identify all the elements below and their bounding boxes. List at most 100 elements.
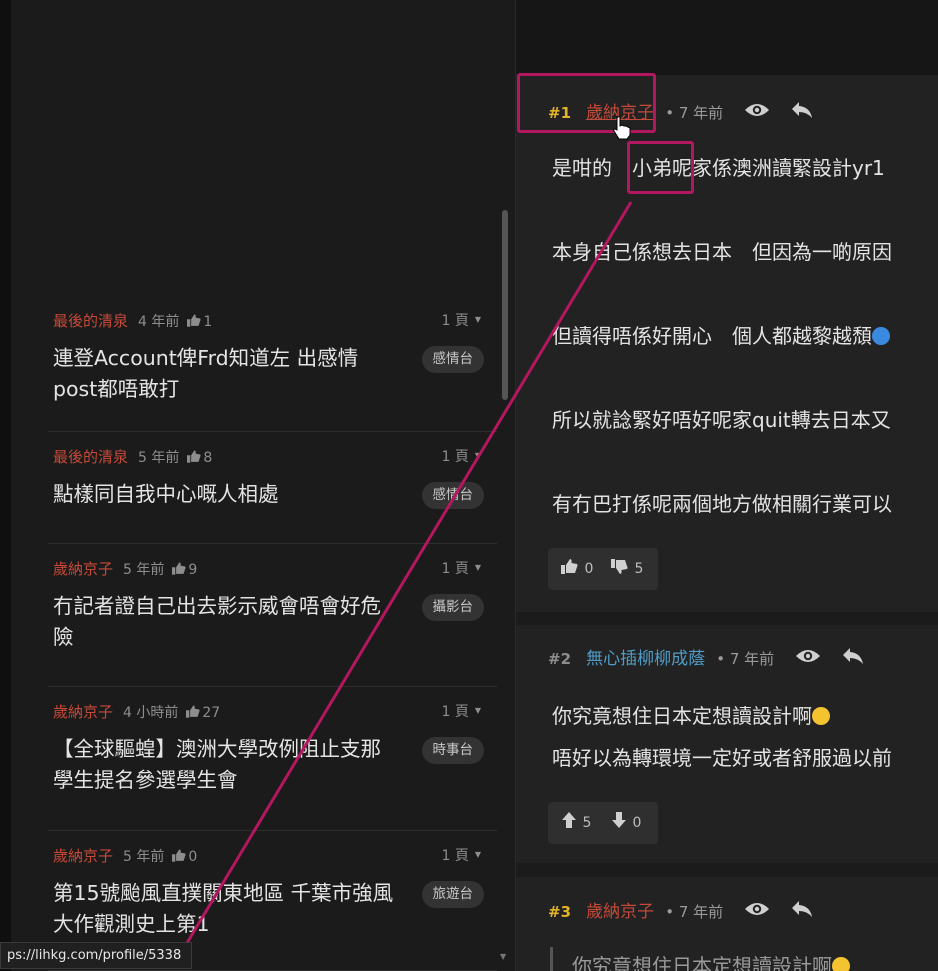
sidebar-scroll-thumb[interactable] — [502, 210, 508, 400]
reply-body-line: 有冇巴打係呢兩個地方做相關行業可以 — [552, 492, 892, 516]
annotation-highlight-box — [627, 141, 694, 194]
page-count: 1 頁 — [441, 449, 469, 465]
category-tag[interactable]: 感情台 — [421, 482, 484, 509]
page-selector[interactable]: 1 頁 ▼ — [441, 701, 481, 721]
page-selector[interactable]: 1 頁 ▼ — [441, 446, 481, 466]
thumb-up-icon — [172, 849, 186, 862]
thread-item[interactable]: 最後的清泉 4 年前 1 1 頁 ▼ 連登Account俾Frd知道左 出感情post都唔… — [48, 296, 497, 432]
reply-author-link[interactable]: 歲納京子 — [586, 902, 654, 922]
scroll-down-arrow-icon[interactable]: ▼ — [500, 952, 506, 961]
reply-time: • 7 年前 — [665, 903, 724, 921]
thumb-up-icon — [187, 314, 201, 327]
emoji-icon — [832, 957, 850, 971]
downvote-count: 5 — [634, 561, 644, 577]
hand-cursor-icon — [612, 116, 632, 144]
thread-title[interactable]: 點樣同自我中心嘅人相處 — [53, 479, 398, 510]
thread-likes: 8 — [187, 450, 212, 466]
thumb-up-icon — [172, 562, 186, 575]
thread-item[interactable]: 最後的清泉 5 年前 8 1 頁 ▼ 點樣同自我中心嘅人相處 感情台 — [48, 432, 497, 544]
thread-time: 4 年前 — [138, 314, 180, 330]
thread-meta: 最後的清泉 4 年前 1 — [53, 310, 212, 331]
reply-header: #3 歲納京子 • 7 年前 — [548, 900, 813, 924]
reply-panel-header — [516, 0, 938, 75]
thread-author[interactable]: 最後的清泉 — [53, 312, 128, 330]
reply-time-text: 7 年前 — [678, 104, 724, 122]
thread-author[interactable]: 歲納京子 — [53, 703, 113, 721]
page-count: 1 頁 — [441, 704, 469, 720]
thread-likes: 27 — [186, 705, 220, 721]
annotation-highlight-box — [517, 73, 656, 133]
reply-time: • 7 年前 — [665, 104, 724, 122]
eye-icon[interactable] — [744, 101, 770, 126]
thread-author[interactable]: 歲納京子 — [53, 560, 113, 578]
reply-1: #1 歲納京子 • 7 年前 是咁的 小弟呢家係澳洲讀緊設計yr1 本身自己係想… — [516, 75, 938, 612]
reply-body-line: 你究竟想住日本定想讀設計啊 — [552, 701, 830, 731]
page-selector[interactable]: 1 頁 ▼ — [441, 310, 481, 330]
thread-meta: 歲納京子 4 小時前 27 — [53, 701, 220, 722]
vote-box: 5 0 — [548, 802, 658, 844]
thread-meta: 最後的清泉 5 年前 8 — [53, 446, 212, 467]
reply-body-line: 所以就諗緊好唔好呢家quit轉去日本又 — [552, 408, 891, 432]
caret-down-icon: ▼ — [474, 706, 481, 715]
reply-number: #2 — [548, 650, 572, 668]
thread-title[interactable]: 【全球驅蝗】澳洲大學改例阻止支那學生提名參選學生會 — [53, 734, 398, 796]
reply-icon[interactable] — [842, 647, 864, 672]
emoji-icon — [872, 327, 890, 345]
downvote-button[interactable]: 0 — [612, 802, 641, 844]
thread-title[interactable]: 冇記者證自己出去影示威會唔會好危險 — [53, 591, 398, 653]
thread-like-count: 8 — [203, 450, 213, 466]
eye-icon[interactable] — [744, 900, 770, 925]
category-tag[interactable]: 感情台 — [421, 346, 484, 373]
thread-sidebar: 最後的清泉 4 年前 1 1 頁 ▼ 連登Account俾Frd知道左 出感情post都唔… — [0, 0, 516, 971]
reply-author-link[interactable]: 無心插柳柳成蔭 — [586, 649, 705, 669]
page-count: 1 頁 — [441, 561, 469, 577]
thread-time: 5 年前 — [123, 849, 165, 865]
page-count: 1 頁 — [441, 313, 469, 329]
upvote-count: 0 — [584, 561, 594, 577]
sidebar-edge — [0, 0, 11, 971]
thread-item[interactable]: 歲納京子 5 年前 9 1 頁 ▼ 冇記者證自己出去影示威會唔會好危險 攝影台 — [48, 544, 497, 687]
thread-author[interactable]: 最後的清泉 — [53, 448, 128, 466]
upvote-button[interactable]: 5 — [562, 802, 591, 844]
thread-likes: 0 — [172, 849, 197, 865]
quoted-text: 你究竟想住日本定想讀設計啊 — [572, 951, 850, 971]
reply-body-text: 你究竟想住日本定想讀設計啊 — [572, 954, 832, 971]
reply-icon[interactable] — [791, 101, 813, 126]
reply-header: #2 無心插柳柳成蔭 • 7 年前 — [548, 647, 864, 671]
sidebar-scrollbar[interactable]: ▼ — [500, 210, 510, 961]
vote-box: 0 5 — [548, 548, 658, 590]
page-selector[interactable]: 1 頁 ▼ — [441, 558, 481, 578]
downvote-button[interactable]: 5 — [611, 548, 643, 590]
reply-time: • 7 年前 — [716, 650, 775, 668]
reply-2: #2 無心插柳柳成蔭 • 7 年前 你究竟想住日本定想讀設計啊 唔好以為轉環境一… — [516, 625, 938, 863]
caret-down-icon: ▼ — [474, 563, 481, 572]
category-tag[interactable]: 旅遊台 — [421, 881, 484, 908]
upvote-button[interactable]: 0 — [561, 548, 593, 590]
reply-body-line: 但讀得唔係好開心 個人都越黎越頹 — [552, 321, 890, 351]
thread-list: 最後的清泉 4 年前 1 1 頁 ▼ 連登Account俾Frd知道左 出感情post都唔… — [48, 296, 497, 971]
thread-like-count: 27 — [202, 705, 221, 721]
thread-author[interactable]: 歲納京子 — [53, 847, 113, 865]
caret-down-icon: ▼ — [474, 451, 481, 460]
thread-title[interactable]: 第15號颱風直撲關東地區 千葉市強風大作觀測史上第1 — [53, 878, 398, 940]
thread-item[interactable]: 歲納京子 4 小時前 27 1 頁 ▼ 【全球驅蝗】澳洲大學改例阻止支那學生提名參選學生會… — [48, 687, 497, 831]
thread-time: 5 年前 — [138, 450, 180, 466]
downvote-count: 0 — [632, 815, 642, 831]
page-selector[interactable]: 1 頁 ▼ — [441, 845, 481, 865]
reply-time-text: 7 年前 — [678, 903, 724, 921]
thread-title[interactable]: 連登Account俾Frd知道左 出感情post都唔敢打 — [53, 343, 398, 405]
thread-like-count: 9 — [188, 562, 198, 578]
category-tag[interactable]: 攝影台 — [421, 594, 484, 621]
category-tag[interactable]: 時事台 — [421, 737, 484, 764]
thumb-up-icon — [187, 450, 201, 463]
thread-like-count: 0 — [188, 849, 198, 865]
thread-meta: 歲納京子 5 年前 9 — [53, 558, 197, 579]
caret-down-icon: ▼ — [474, 850, 481, 859]
thread-likes: 9 — [172, 562, 197, 578]
page-count: 1 頁 — [441, 848, 469, 864]
reply-icon[interactable] — [791, 900, 813, 925]
eye-icon[interactable] — [795, 647, 821, 672]
reply-body-line: 唔好以為轉環境一定好或者舒服過以前 — [552, 746, 892, 770]
thread-meta: 歲納京子 5 年前 0 — [53, 845, 197, 866]
upvote-count: 5 — [582, 815, 592, 831]
